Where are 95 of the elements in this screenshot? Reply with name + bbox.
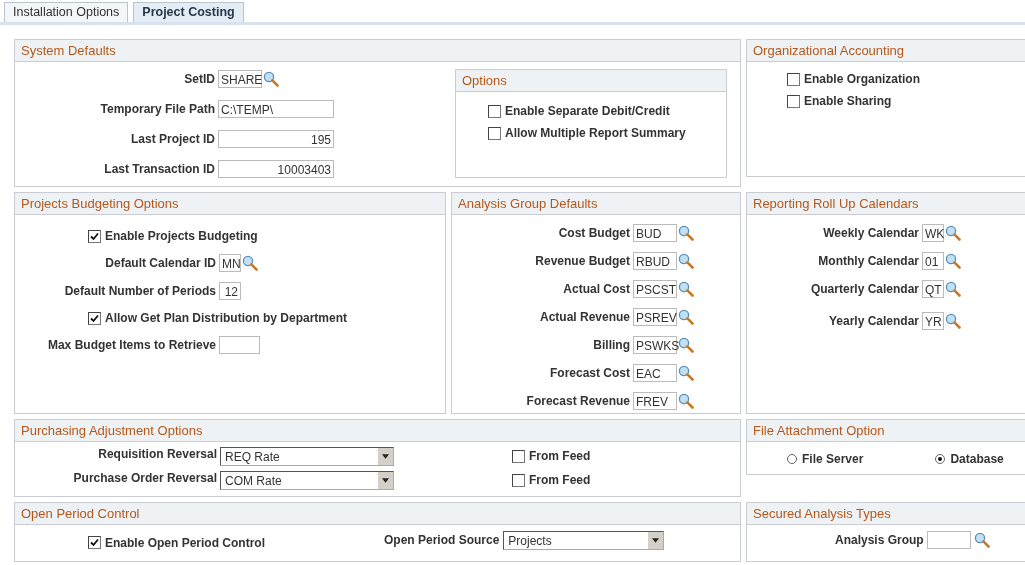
checkbox-label: From Feed (529, 473, 591, 487)
input-field[interactable]: 195 (218, 130, 334, 148)
input-field[interactable]: MN (219, 254, 241, 272)
input-field[interactable]: PSREV (633, 308, 677, 326)
search-icon[interactable] (242, 255, 258, 271)
checkbox[interactable] (512, 473, 525, 487)
search-icon[interactable] (263, 71, 279, 87)
panel-header: File Attachment Option (747, 420, 1025, 442)
checkbox[interactable] (512, 449, 525, 463)
dropdown[interactable]: Projects (503, 531, 665, 550)
search-icon[interactable] (945, 313, 961, 329)
field-label: Billing (592, 338, 630, 352)
panel-header: Organizational Accounting (747, 40, 1025, 62)
input-field[interactable]: PSCST (633, 280, 677, 298)
panel-header: System Defaults (15, 40, 740, 62)
checkbox-label: Enable Open Period Control (105, 535, 265, 550)
field-label: Purchase Order Reversal (72, 470, 217, 485)
radio-label: Database (950, 452, 1004, 466)
panel-header: Secured Analysis Types (747, 503, 1025, 525)
dropdown-arrow-icon (382, 453, 389, 459)
search-icon[interactable] (945, 253, 961, 269)
field-label: Last Project ID (129, 132, 215, 146)
dropdown[interactable]: REQ Rate (220, 446, 394, 466)
panel-header: Open Period Control (15, 503, 740, 525)
checkbox-label: Allow Multiple Report Summary (505, 126, 686, 140)
search-icon[interactable] (678, 393, 694, 409)
checkbox[interactable] (787, 94, 800, 108)
input-field[interactable]: PSWKS (633, 336, 677, 354)
checkbox-label: Enable Organization (804, 72, 920, 86)
dropdown-arrow-icon (382, 477, 389, 483)
input-field[interactable]: QT (922, 280, 944, 298)
input-field[interactable]: EAC (633, 364, 677, 382)
panel-header: Projects Budgeting Options (15, 193, 445, 215)
panel-header: Options (456, 70, 726, 92)
panel-header: Purchasing Adjustment Options (15, 420, 740, 442)
search-icon[interactable] (678, 281, 694, 297)
input-field[interactable]: SHARE (218, 70, 262, 88)
input-field[interactable]: C:\TEMP\ (218, 100, 334, 118)
field-label: Actual Revenue (538, 310, 630, 324)
search-icon[interactable] (945, 281, 961, 297)
input-field[interactable]: FREV (633, 392, 677, 410)
input-field[interactable]: WK (922, 224, 944, 242)
input-field[interactable] (219, 336, 260, 354)
input-field[interactable] (926, 531, 971, 549)
field-label: Default Number of Periods (63, 284, 216, 298)
field-label: Cost Budget (557, 226, 630, 240)
radio-button[interactable] (787, 454, 797, 464)
checkbox[interactable] (488, 126, 501, 140)
tab[interactable]: Installation Options (4, 2, 129, 22)
field-label: Analysis Group (835, 533, 924, 547)
panel-header: Analysis Group Defaults (452, 193, 740, 215)
field-label: Quarterly Calendar (809, 282, 919, 296)
field-label: Revenue Budget (534, 254, 630, 268)
field-label: Open Period Source (384, 532, 500, 547)
field-label: Last Transaction ID (103, 162, 215, 176)
checkbox-label: Enable Sharing (804, 94, 892, 108)
checkbox[interactable] (88, 536, 101, 549)
checkbox-label: Enable Separate Debit/Credit (505, 104, 670, 118)
search-icon[interactable] (678, 225, 694, 241)
input-field[interactable]: YR (922, 312, 944, 330)
input-field[interactable]: 01 (922, 252, 944, 270)
field-label: SetID (183, 72, 215, 86)
input-field[interactable]: BUD (633, 224, 677, 242)
checkbox-label: Allow Get Plan Distribution by Department (105, 311, 348, 325)
input-field[interactable]: 10003403 (218, 160, 334, 178)
checkbox[interactable] (787, 72, 800, 86)
search-icon[interactable] (678, 365, 694, 381)
checkbox[interactable] (88, 229, 101, 243)
checkbox[interactable] (488, 104, 501, 118)
checkbox-label: From Feed (529, 449, 591, 463)
tab[interactable]: Project Costing (133, 2, 244, 22)
input-field[interactable]: 12 (219, 282, 241, 300)
search-icon[interactable] (945, 225, 961, 241)
field-label: Actual Cost (562, 282, 630, 296)
search-icon[interactable] (678, 309, 694, 325)
field-label: Forecast Cost (548, 366, 630, 380)
field-label: Default Calendar ID (104, 256, 216, 270)
dropdown[interactable]: COM Rate (220, 470, 394, 490)
checkbox-label: Enable Projects Budgeting (105, 229, 258, 243)
field-label: Monthly Calendar (817, 254, 919, 268)
input-field[interactable]: RBUD (633, 252, 677, 270)
search-icon[interactable] (973, 532, 990, 548)
panel-header: Reporting Roll Up Calendars (747, 193, 1025, 215)
field-label: Yearly Calendar (827, 314, 919, 328)
field-label: Temporary File Path (99, 102, 215, 116)
dropdown-arrow-icon (652, 538, 660, 543)
checkbox[interactable] (88, 311, 101, 325)
search-icon[interactable] (678, 337, 694, 353)
field-label: Weekly Calendar (822, 226, 919, 240)
field-label: Requisition Reversal (97, 446, 217, 461)
radio-label: File Server (802, 452, 864, 466)
field-label: Forecast Revenue (525, 394, 630, 408)
field-label: Max Budget Items to Retrieve (46, 338, 216, 352)
search-icon[interactable] (678, 253, 694, 269)
radio-button[interactable] (935, 454, 946, 464)
